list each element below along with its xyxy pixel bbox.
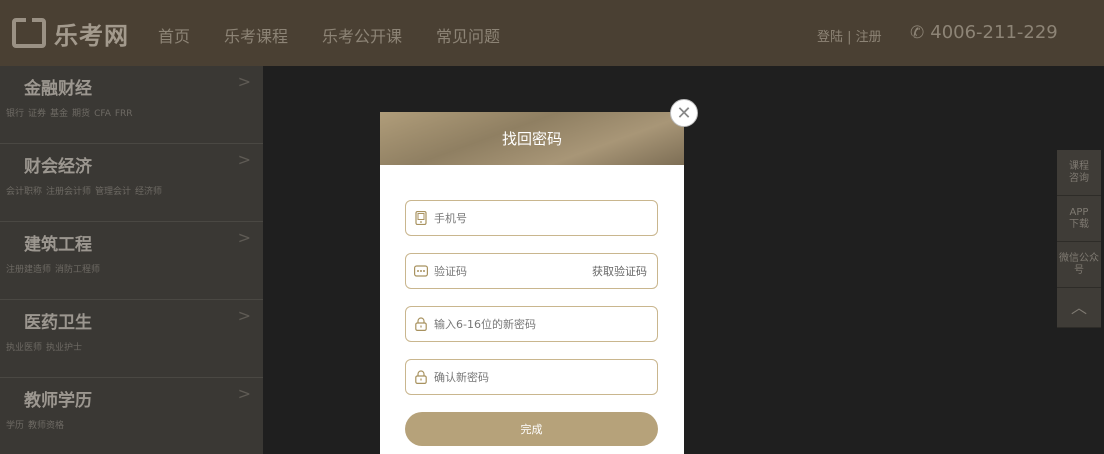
register-link[interactable]: 注册 (856, 30, 882, 45)
category-tag[interactable]: 消防工程师 (55, 265, 100, 275)
category-title: 教师学历 (24, 391, 92, 411)
code-field: 获取验证码 (405, 253, 658, 289)
category-tag[interactable]: 基金 (50, 109, 68, 119)
confirm-password-field (405, 359, 658, 395)
category-accounting[interactable]: 财会经济 > 会计职称 注册会计师 管理会计 经济师 (0, 144, 263, 222)
category-title: 建筑工程 (24, 235, 92, 255)
category-tag[interactable]: 注册会计师 (46, 187, 91, 197)
site-logo[interactable]: 乐考网 (12, 16, 129, 50)
auth-separator: | (843, 30, 856, 45)
lock-icon (414, 370, 428, 384)
category-tags: 会计职称 注册会计师 管理会计 经济师 (6, 184, 166, 197)
category-tag[interactable]: 执业护士 (46, 343, 82, 353)
chevron-right-icon: > (237, 72, 251, 91)
category-tag[interactable]: FRR (115, 109, 133, 119)
chevron-right-icon: > (237, 384, 251, 403)
close-icon[interactable]: ✕ (670, 99, 698, 127)
category-title: 财会经济 (24, 157, 92, 177)
hotline-number: 4006-211-229 (930, 22, 1058, 43)
nav-item-open-courses[interactable]: 乐考公开课 (322, 23, 402, 47)
nav-item-home[interactable]: 首页 (158, 23, 190, 47)
nav-item-faq[interactable]: 常见问题 (436, 23, 500, 47)
category-tag[interactable]: 管理会计 (95, 187, 131, 197)
code-input[interactable] (434, 264, 584, 278)
category-tag[interactable]: CFA (94, 109, 111, 119)
category-education[interactable]: 教师学历 > 学历 教师资格 (0, 378, 263, 454)
chevron-right-icon: > (237, 228, 251, 247)
category-tag[interactable]: 期货 (72, 109, 90, 119)
login-link[interactable]: 登陆 (817, 30, 843, 45)
category-title: 金融财经 (24, 79, 92, 99)
auth-links: 登陆 | 注册 (817, 26, 882, 45)
wechat-button[interactable]: 微信公众号 (1057, 242, 1101, 288)
main-nav: 首页 乐考课程 乐考公开课 常见问题 (158, 23, 534, 47)
category-tags: 注册建造师 消防工程师 (6, 262, 104, 275)
category-tag[interactable]: 银行 (6, 109, 24, 119)
chevron-right-icon: > (237, 150, 251, 169)
category-tag[interactable]: 教师资格 (28, 421, 64, 431)
category-tag[interactable]: 经济师 (135, 187, 162, 197)
new-password-input[interactable] (434, 317, 584, 331)
new-password-field (405, 306, 658, 342)
app-download-button[interactable]: APP下载 (1057, 196, 1101, 242)
reset-password-modal: 找回密码 获取验证码 完成 (380, 112, 684, 454)
modal-header: 找回密码 (380, 112, 684, 165)
category-tag[interactable]: 执业医师 (6, 343, 42, 353)
category-tag[interactable]: 会计职称 (6, 187, 42, 197)
category-sidebar: 金融财经 > 银行 证券 基金 期货 CFA FRR 财会经济 > 会计职称 注册会计师 管理… (0, 66, 263, 454)
chevron-right-icon: > (237, 306, 251, 325)
back-to-top-icon[interactable]: ︿ (1057, 288, 1101, 328)
category-tag[interactable]: 学历 (6, 421, 24, 431)
phone-input[interactable] (434, 211, 584, 225)
logo-mark-icon (12, 18, 46, 48)
phone-icon (414, 211, 428, 225)
category-tags: 学历 教师资格 (6, 418, 68, 431)
lock-icon (414, 317, 428, 331)
submit-button[interactable]: 完成 (405, 412, 658, 446)
nav-item-courses[interactable]: 乐考课程 (224, 23, 288, 47)
right-float-panel: 课程咨询 APP下载 微信公众号 ︿ (1057, 150, 1101, 328)
category-tag[interactable]: 证券 (28, 109, 46, 119)
hotline: ✆ 4006-211-229 (910, 22, 1058, 43)
category-medical[interactable]: 医药卫生 > 执业医师 执业护士 (0, 300, 263, 378)
phone-icon: ✆ (910, 22, 925, 43)
category-construction[interactable]: 建筑工程 > 注册建造师 消防工程师 (0, 222, 263, 300)
message-dots-icon (414, 264, 428, 278)
logo-text: 乐考网 (54, 21, 129, 50)
category-tags: 执业医师 执业护士 (6, 340, 86, 353)
get-code-button[interactable]: 获取验证码 (592, 263, 647, 279)
course-consult-button[interactable]: 课程咨询 (1057, 150, 1101, 196)
phone-field (405, 200, 658, 236)
top-header: 乐考网 首页 乐考课程 乐考公开课 常见问题 登陆 | 注册 ✆ 4006-21… (0, 0, 1104, 66)
confirm-password-input[interactable] (434, 370, 584, 384)
category-tag[interactable]: 注册建造师 (6, 265, 51, 275)
modal-title: 找回密码 (501, 130, 562, 148)
category-title: 医药卫生 (24, 313, 92, 333)
category-finance[interactable]: 金融财经 > 银行 证券 基金 期货 CFA FRR (0, 66, 263, 144)
category-tags: 银行 证券 基金 期货 CFA FRR (6, 106, 137, 119)
